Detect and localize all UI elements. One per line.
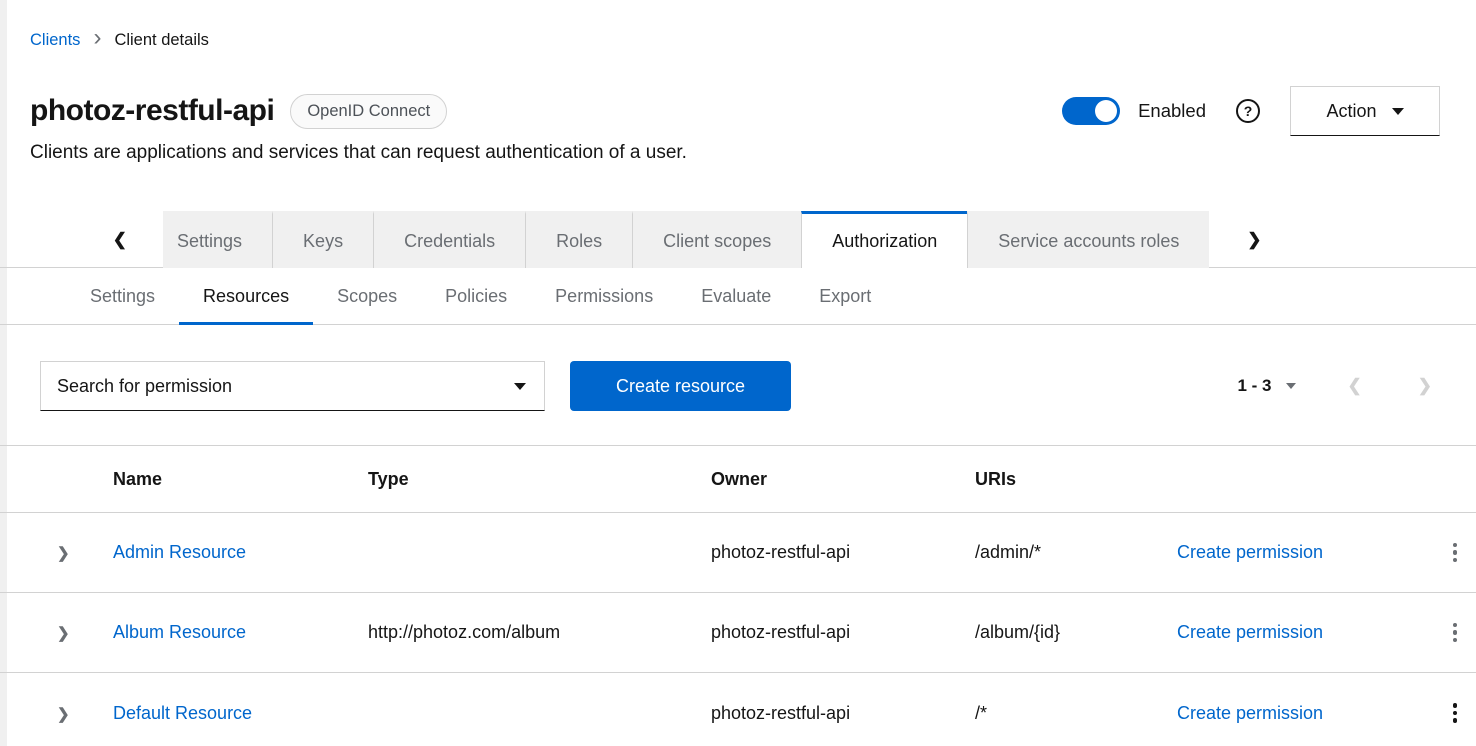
pagination-prev-button[interactable]: ❮ [1348,376,1362,396]
subtab-label: Export [819,286,871,307]
resources-toolbar: Search for permission Create resource 1 … [40,361,1446,411]
subtab-label: Settings [90,286,155,307]
angle-left-icon: ❮ [113,230,127,250]
subtab-label: Resources [203,286,289,307]
toggle-knob [1095,100,1117,122]
caret-down-icon [1286,383,1296,389]
breadcrumb-separator-icon: › [93,30,101,50]
subtab-label: Evaluate [701,286,771,307]
resource-uris-cell: /album/{id} [975,622,1177,643]
pagination-next-button[interactable]: ❯ [1418,376,1432,396]
tab-credentials[interactable]: Credentials [373,211,525,268]
column-header-name: Name [113,469,368,490]
breadcrumb-clients-link[interactable]: Clients [30,31,80,50]
page-header: photoz-restful-api OpenID Connect Enable… [30,84,1440,138]
pagination-range-toggle[interactable]: 1 - 3 [1237,376,1295,396]
pagination: 1 - 3 ❮ ❯ [1237,376,1446,396]
kebab-menu-icon[interactable] [1449,699,1462,727]
subtab-settings[interactable]: Settings [66,268,179,324]
subtab-evaluate[interactable]: Evaluate [677,268,795,324]
kebab-menu-icon[interactable] [1449,539,1462,567]
subtab-scopes[interactable]: Scopes [313,268,421,324]
create-permission-link[interactable]: Create permission [1177,622,1323,642]
resource-uris-cell: /* [975,703,1177,724]
search-permission-label: Search for permission [57,376,232,397]
subtab-label: Policies [445,286,507,307]
resources-table: Name Type Owner URIs ❯ Admin Resource ph… [0,445,1476,746]
subtab-permissions[interactable]: Permissions [531,268,677,324]
tab-label: Roles [556,231,602,252]
tab-label: Authorization [832,231,937,252]
resource-uris-cell: /admin/* [975,542,1177,563]
resource-type-cell: http://photoz.com/album [368,622,711,643]
row-expand-icon[interactable]: ❯ [57,706,70,723]
row-expand-icon[interactable]: ❯ [57,625,70,642]
subtab-resources[interactable]: Resources [179,268,313,324]
angle-right-icon: ❯ [1247,230,1261,250]
table-row: ❯ Album Resource http://photoz.com/album… [0,593,1476,673]
tab-client-scopes[interactable]: Client scopes [632,211,801,268]
resource-name-link[interactable]: Default Resource [113,703,252,723]
subtab-export[interactable]: Export [795,268,895,324]
authorization-subtabs: Settings Resources Scopes Policies Permi… [0,268,1476,325]
resource-owner-cell: photoz-restful-api [711,622,975,643]
action-dropdown-button[interactable]: Action [1290,86,1440,136]
create-permission-link[interactable]: Create permission [1177,542,1323,562]
column-header-type: Type [368,469,711,490]
tab-keys[interactable]: Keys [272,211,373,268]
tab-authorization[interactable]: Authorization [801,211,967,268]
caret-down-icon [514,383,526,390]
protocol-badge: OpenID Connect [290,94,447,129]
row-expand-icon[interactable]: ❯ [57,545,70,562]
column-header-uris: URIs [975,469,1177,490]
tab-label: Keys [303,231,343,252]
subtab-policies[interactable]: Policies [421,268,531,324]
enabled-toggle-label: Enabled [1138,100,1206,122]
kebab-menu-icon[interactable] [1449,619,1462,647]
table-header-row: Name Type Owner URIs [0,445,1476,513]
column-header-owner: Owner [711,469,975,490]
resource-owner-cell: photoz-restful-api [711,542,975,563]
tabs-scroll-right-button[interactable]: ❯ [1209,211,1299,268]
tab-roles[interactable]: Roles [525,211,632,268]
tab-label: Client scopes [663,231,771,252]
tab-service-accounts-roles[interactable]: Service accounts roles [967,211,1209,268]
tab-label: Service accounts roles [998,231,1179,252]
resource-owner-cell: photoz-restful-api [711,703,975,724]
action-dropdown-label: Action [1326,101,1376,122]
header-controls: Enabled ? Action [1062,86,1440,136]
client-tabs: ❮ Settings Keys Credentials Roles Client… [0,211,1476,268]
breadcrumb-current: Client details [114,31,208,50]
page-title: photoz-restful-api [30,94,274,128]
pagination-range: 1 - 3 [1237,376,1271,396]
subtab-label: Scopes [337,286,397,307]
page-description: Clients are applications and services th… [30,142,687,164]
enabled-toggle[interactable] [1062,97,1120,125]
tab-label: Credentials [404,231,495,252]
help-icon[interactable]: ? [1236,99,1260,123]
caret-down-icon [1392,108,1404,115]
subtab-label: Permissions [555,286,653,307]
breadcrumb: Clients › Client details [30,30,209,50]
tabs-strip: Settings Keys Credentials Roles Client s… [163,211,1209,268]
tab-settings[interactable]: Settings [163,211,272,268]
table-row: ❯ Default Resource photoz-restful-api /*… [0,673,1476,746]
create-permission-link[interactable]: Create permission [1177,703,1323,723]
resource-name-link[interactable]: Admin Resource [113,542,246,562]
search-permission-dropdown[interactable]: Search for permission [40,361,545,411]
create-resource-button[interactable]: Create resource [570,361,791,411]
tabs-scroll-left-button[interactable]: ❮ [0,211,163,268]
resource-name-link[interactable]: Album Resource [113,622,246,642]
table-row: ❯ Admin Resource photoz-restful-api /adm… [0,513,1476,593]
tab-label: Settings [177,231,242,252]
